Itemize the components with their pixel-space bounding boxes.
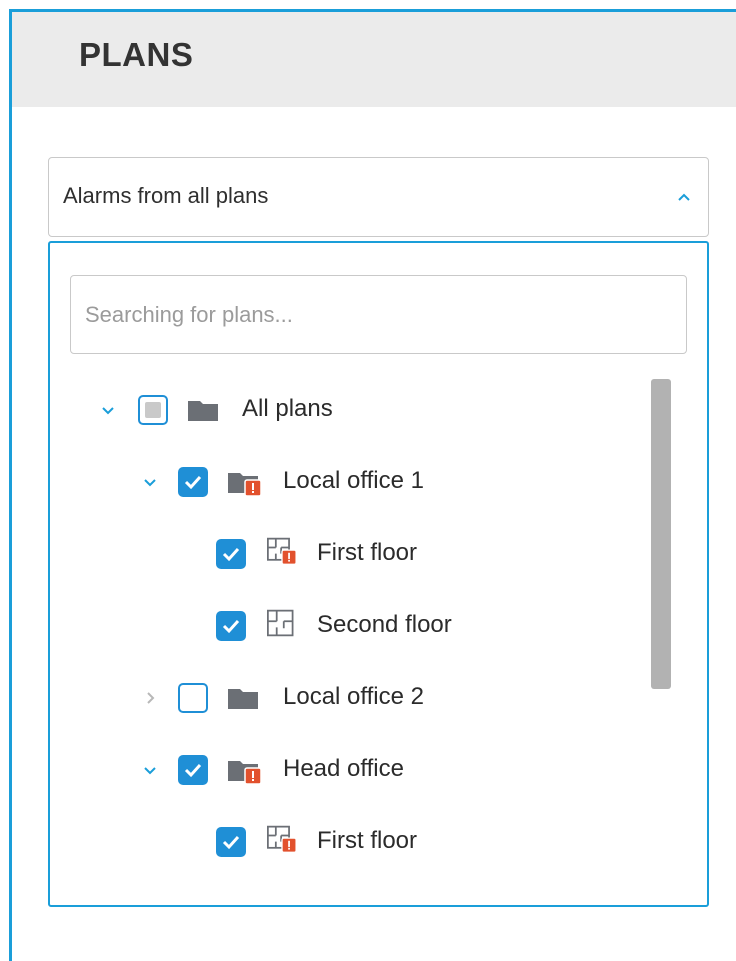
- folder-alarm-icon: [228, 761, 262, 785]
- chevron-right-icon[interactable]: [142, 690, 158, 706]
- floor-plan-alarm-icon: [267, 825, 297, 853]
- folder-alarm-icon: [228, 473, 262, 497]
- panel-header: PLANS: [12, 12, 736, 107]
- chevron-up-icon: [678, 193, 690, 201]
- tree-item-label: Head office: [283, 755, 404, 782]
- checkbox-ho-first-floor[interactable]: [216, 827, 246, 857]
- tree-item-lo1-second-floor[interactable]: Second floor: [50, 606, 650, 646]
- tree-item-label: First floor: [317, 827, 418, 854]
- tree-item-label: Local office 1: [283, 467, 424, 494]
- checkbox-local-office-2[interactable]: [178, 683, 208, 713]
- tree-item-label: Second floor: [317, 611, 452, 638]
- tree-item-local-office-1[interactable]: Local office 1: [50, 462, 650, 502]
- tree-item-label: First floor: [317, 539, 418, 566]
- alarm-filter-select[interactable]: Alarms from all plans: [48, 157, 709, 237]
- chevron-down-icon[interactable]: [142, 474, 158, 490]
- tree-item-head-office[interactable]: Head office: [50, 750, 650, 790]
- tree-item-lo1-first-floor[interactable]: First floor: [50, 534, 650, 574]
- dropdown-scrollbar[interactable]: [651, 379, 671, 689]
- checkbox-lo1-second-floor[interactable]: [216, 611, 246, 641]
- plan-search-field[interactable]: [70, 275, 687, 354]
- tree-item-all-plans[interactable]: All plans: [50, 390, 650, 430]
- alarm-filter-value: Alarms from all plans: [63, 183, 269, 208]
- tree-item-label: Local office 2: [283, 683, 424, 710]
- chevron-down-icon[interactable]: [100, 402, 116, 418]
- tree-item-local-office-2[interactable]: Local office 2: [50, 678, 650, 718]
- checkbox-head-office[interactable]: [178, 755, 208, 785]
- chevron-down-icon[interactable]: [142, 762, 158, 778]
- floor-plan-icon: [267, 609, 294, 637]
- floor-plan-alarm-icon: [267, 537, 297, 565]
- page-title: PLANS: [79, 36, 194, 73]
- plans-panel: PLANS Alarms from all plans All plans: [9, 9, 736, 961]
- plan-search-input[interactable]: [71, 276, 686, 353]
- tree-item-label: All plans: [242, 395, 333, 422]
- checkbox-lo1-first-floor[interactable]: [216, 539, 246, 569]
- plans-dropdown: All plans Local office 1: [48, 241, 709, 907]
- folder-icon: [228, 689, 258, 709]
- tree-item-ho-first-floor[interactable]: First floor: [50, 822, 650, 862]
- checkbox-all-plans[interactable]: [138, 395, 168, 425]
- checkbox-local-office-1[interactable]: [178, 467, 208, 497]
- folder-icon: [188, 401, 218, 421]
